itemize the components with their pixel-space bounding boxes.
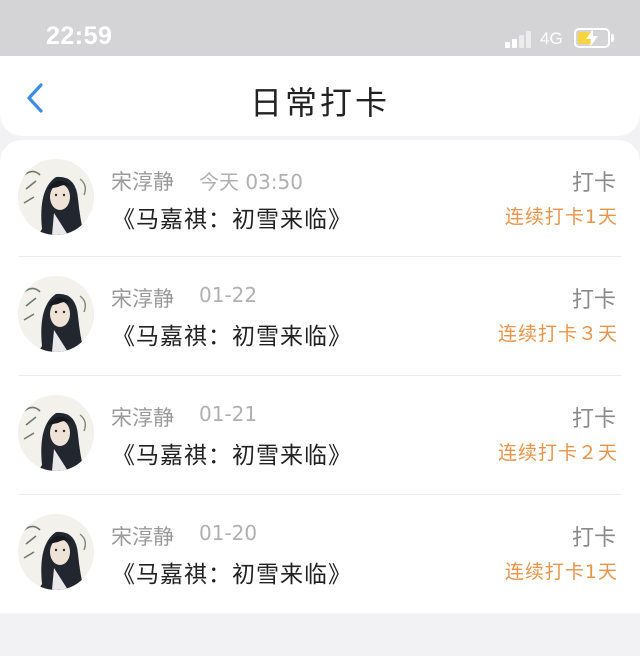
checkin-action-label: 打卡 xyxy=(571,526,616,551)
streak-label: 连续打卡３天 xyxy=(497,323,618,345)
checkin-time: 01-21 xyxy=(199,402,258,426)
book-title[interactable]: 《马嘉祺：初雪来临》 xyxy=(112,200,352,234)
checkin-list-item[interactable]: 宋淳静 01-20 《马嘉祺：初雪来临》 打卡 连续打卡1天 xyxy=(0,495,640,613)
user-name[interactable]: 宋淳静 xyxy=(111,521,174,551)
avatar-illustration xyxy=(18,276,94,352)
avatar-illustration xyxy=(18,395,94,471)
streak-label: 连续打卡1天 xyxy=(504,561,618,583)
status-bar: 22:59 4G xyxy=(0,0,640,56)
status-time: 22:59 xyxy=(46,22,113,50)
checkin-action-label: 打卡 xyxy=(571,171,616,196)
navigation-bar: 日常打卡 xyxy=(0,56,640,136)
avatar[interactable] xyxy=(18,159,94,235)
streak-label: 连续打卡1天 xyxy=(504,206,618,228)
checkin-action-label: 打卡 xyxy=(571,407,616,432)
charging-bolt-icon xyxy=(586,29,598,47)
book-title[interactable]: 《马嘉祺：初雪来临》 xyxy=(112,436,352,470)
avatar[interactable] xyxy=(18,276,94,352)
battery-icon xyxy=(574,28,610,48)
user-name[interactable]: 宋淳静 xyxy=(111,166,174,196)
checkin-list: 宋淳静 今天 03:50 《马嘉祺：初雪来临》 打卡 连续打卡1天 宋淳静 01… xyxy=(0,140,640,613)
checkin-time: 今天 03:50 xyxy=(199,170,303,194)
checkin-time: 01-22 xyxy=(199,283,258,307)
battery-cap xyxy=(611,34,614,42)
book-title[interactable]: 《马嘉祺：初雪来临》 xyxy=(112,555,352,589)
network-type: 4G xyxy=(540,29,563,48)
avatar-illustration xyxy=(18,514,94,590)
checkin-list-item[interactable]: 宋淳静 01-22 《马嘉祺：初雪来临》 打卡 连续打卡３天 xyxy=(0,257,640,376)
checkin-time: 01-20 xyxy=(199,521,258,545)
avatar-illustration xyxy=(18,159,94,235)
cellular-signal-icon xyxy=(505,30,535,48)
checkin-list-item[interactable]: 宋淳静 今天 03:50 《马嘉祺：初雪来临》 打卡 连续打卡1天 xyxy=(0,140,640,257)
page-title: 日常打卡 xyxy=(249,84,390,122)
checkin-list-item[interactable]: 宋淳静 01-21 《马嘉祺：初雪来临》 打卡 连续打卡２天 xyxy=(0,376,640,495)
streak-label: 连续打卡２天 xyxy=(497,442,618,464)
avatar[interactable] xyxy=(18,395,94,471)
book-title[interactable]: 《马嘉祺：初雪来临》 xyxy=(112,317,352,351)
avatar[interactable] xyxy=(18,514,94,590)
checkin-action-label: 打卡 xyxy=(571,288,616,313)
user-name[interactable]: 宋淳静 xyxy=(111,402,174,432)
user-name[interactable]: 宋淳静 xyxy=(111,283,174,313)
